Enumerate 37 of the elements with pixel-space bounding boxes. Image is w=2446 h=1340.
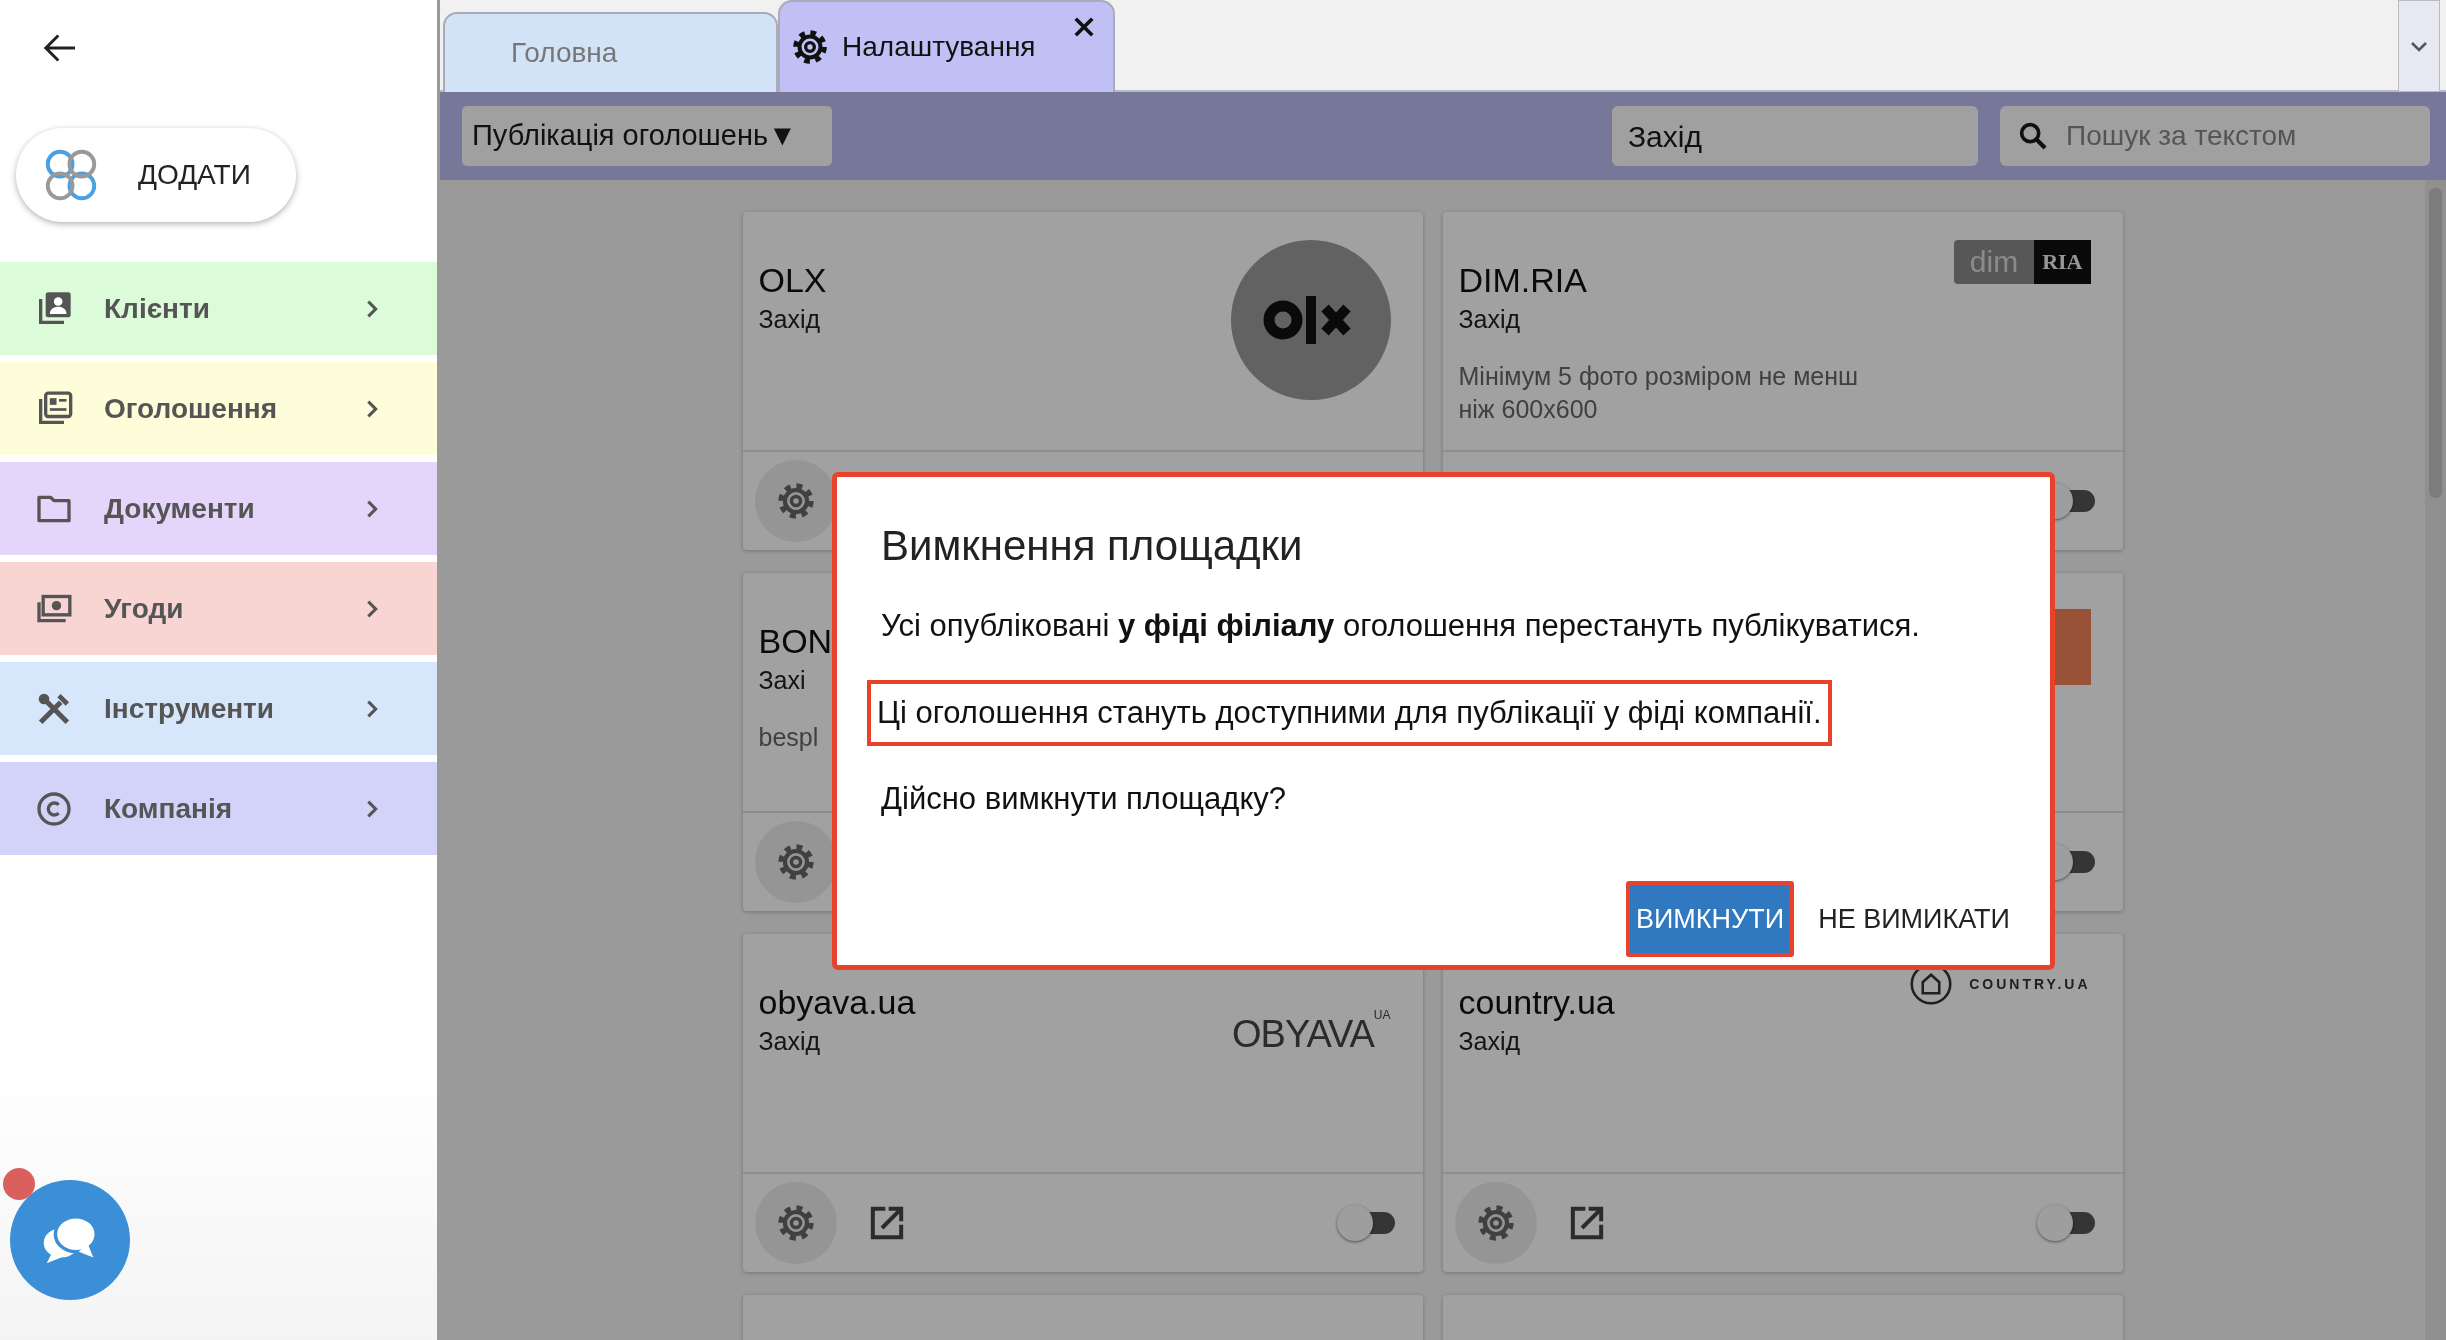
platform-note: Мінімум 5 фото розміром не менш ніж 600x600	[1458, 361, 1860, 425]
dialog-text: Дійсно вимкнути площадку?	[880, 780, 1288, 819]
tab[interactable]: Налаштування	[778, 0, 1115, 92]
platform-title: country.ua	[1458, 982, 1615, 1023]
cancel-button[interactable]: НЕ ВИМИКАТИ	[1808, 880, 2020, 957]
toggle-switch[interactable]	[1336, 1205, 1395, 1241]
search-field[interactable]: Пошук за текстом	[2000, 106, 2430, 166]
dialog-text: Ці оголошення стануть доступними для публікації у фіді компанії.	[867, 679, 1832, 747]
platform-title: DIM.RIA	[1458, 260, 1587, 301]
dialog-text: Усі опубліковані у фіді філіалу оголошення перестануть публікуватися.	[880, 607, 1921, 646]
close-icon	[1073, 16, 1095, 38]
platform-title: BON	[758, 621, 833, 662]
platform-title: obyava.ua	[758, 982, 916, 1023]
menu-item[interactable]: Інструменти	[0, 662, 437, 755]
confirm-button[interactable]: ВИМКНУТИ	[1625, 880, 1795, 957]
menu-item[interactable]: Документи	[0, 462, 437, 555]
logo-icon	[1230, 240, 1391, 400]
region-field[interactable]: Захід	[1612, 106, 1978, 166]
add-button[interactable]: ДОДАТИ	[16, 128, 296, 222]
tab[interactable]: Головна	[443, 12, 778, 92]
menu-item[interactable]: Клієнти	[0, 262, 437, 355]
menu-item[interactable]: Компанія	[0, 762, 437, 855]
scrollbar[interactable]	[2425, 180, 2446, 1340]
menu-item[interactable]: Оголошення	[0, 362, 437, 455]
platform-region: Захід	[758, 1025, 821, 1057]
toggle-switch[interactable]	[2036, 1205, 2095, 1241]
platform-region: Захід	[1458, 1025, 1521, 1057]
platform-note: bespl	[758, 722, 820, 754]
menu-item[interactable]: Угоди	[0, 562, 437, 655]
platform-region: Захід	[1458, 303, 1521, 335]
platform-region: Захід	[758, 303, 821, 335]
section-dropdown[interactable]: Публікація оголошень▼	[462, 106, 832, 166]
gear-icon	[790, 27, 830, 67]
dialog-title: Вимкнення площадки	[881, 521, 1304, 571]
platform-title: OLX	[758, 260, 827, 301]
platform-region: Захі	[758, 664, 806, 696]
logo-text: COUNTRY.UA	[1969, 974, 2091, 994]
